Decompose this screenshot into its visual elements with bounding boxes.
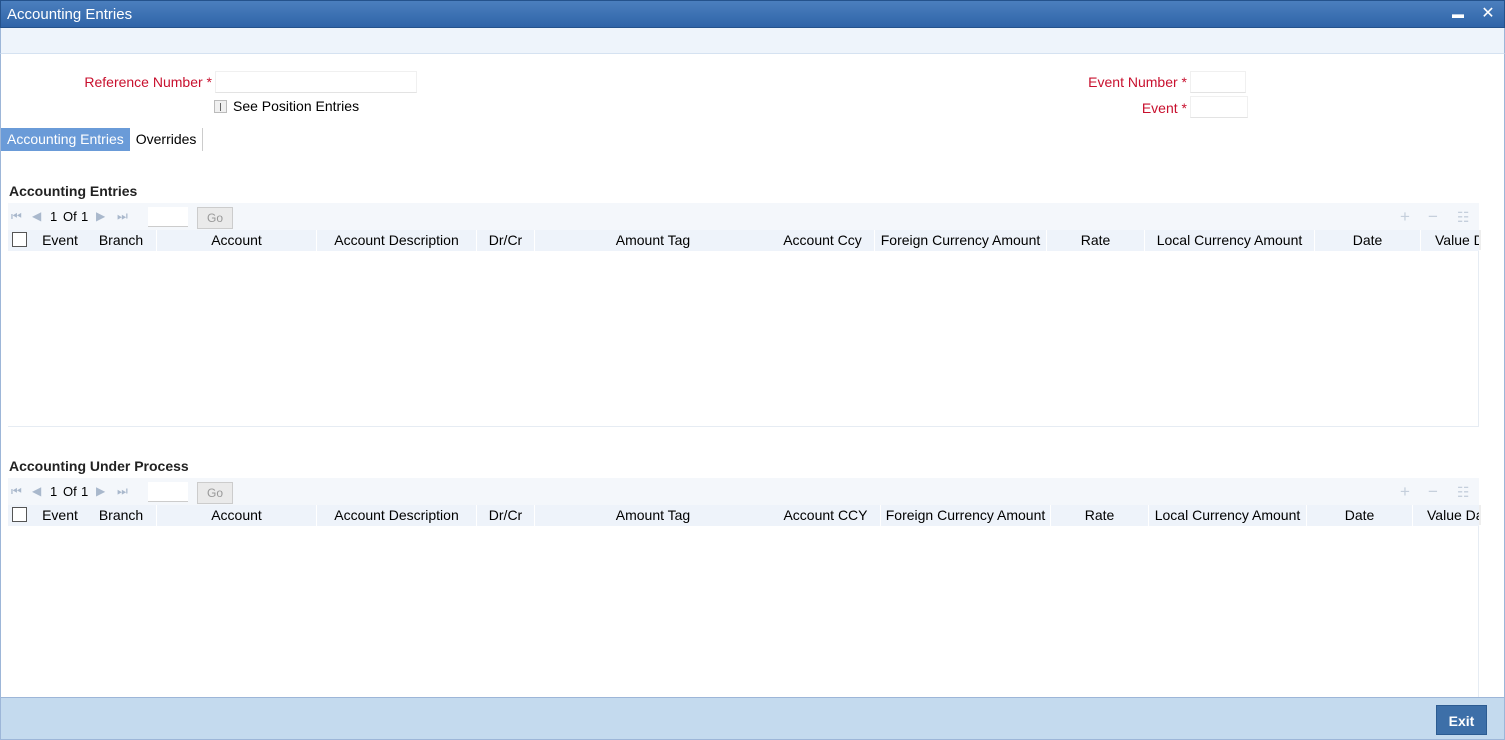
- close-icon[interactable]: ✕: [1478, 4, 1498, 24]
- column-header-amount-tag[interactable]: Amount Tag: [535, 230, 771, 251]
- accounting-under-process-grid: ⏮ ◀ 1 Of 1 ▶ ⏭ Go + − ☷ Event Branch Acc…: [8, 478, 1479, 697]
- delete-row-icon[interactable]: −: [1428, 482, 1438, 502]
- window-title-bar: Accounting Entries ▬ ✕: [0, 0, 1505, 28]
- column-header-foreign-currency-amount[interactable]: Foreign Currency Amount: [881, 505, 1051, 526]
- column-header-account-ccy[interactable]: Account Ccy: [771, 230, 875, 251]
- column-header-local-currency-amount[interactable]: Local Currency Amount: [1149, 505, 1307, 526]
- grid-scrollbar[interactable]: [1479, 505, 1481, 525]
- column-header-dr-cr[interactable]: Dr/Cr: [477, 230, 535, 251]
- tab-strip: Accounting Entries Overrides: [1, 128, 204, 151]
- column-header-branch[interactable]: Branch: [86, 230, 157, 251]
- column-header-value-date[interactable]: Value Date: [1427, 505, 1479, 526]
- accounting-under-process-pager: ⏮ ◀ 1 Of 1 ▶ ⏭ Go + − ☷: [8, 478, 1479, 505]
- column-header-date[interactable]: Date: [1307, 505, 1413, 526]
- column-header-rate[interactable]: Rate: [1051, 505, 1149, 526]
- window-title: Accounting Entries: [7, 6, 133, 23]
- pager-total: 1: [81, 484, 89, 499]
- first-page-icon[interactable]: ⏮: [11, 209, 22, 224]
- tab-accounting-entries[interactable]: Accounting Entries: [1, 128, 130, 151]
- see-position-entries-checkbox[interactable]: [214, 99, 227, 113]
- column-header-value-date[interactable]: Value Date: [1435, 230, 1479, 251]
- reference-number-input[interactable]: [215, 71, 417, 93]
- pager-current: 1: [50, 209, 58, 224]
- required-marker: *: [1181, 74, 1187, 90]
- accounting-entries-grid: ⏮ ◀ 1 Of 1 ▶ ⏭ Go + − ☷ Event Branch Acc…: [8, 203, 1479, 427]
- required-marker: *: [1181, 100, 1187, 116]
- accounting-entries-section-title: Accounting Entries: [9, 183, 138, 199]
- go-button[interactable]: Go: [197, 207, 233, 229]
- select-all-checkbox[interactable]: [12, 507, 27, 522]
- column-header-event[interactable]: Event: [34, 505, 86, 526]
- event-number-input[interactable]: [1190, 71, 1246, 93]
- column-header-foreign-currency-amount[interactable]: Foreign Currency Amount: [875, 230, 1047, 251]
- event-input[interactable]: [1190, 96, 1248, 118]
- go-button[interactable]: Go: [197, 482, 233, 504]
- column-header-branch[interactable]: Branch: [86, 505, 157, 526]
- see-position-entries-label: See Position Entries: [233, 98, 360, 114]
- grid-scrollbar[interactable]: [1479, 230, 1481, 250]
- tab-overrides[interactable]: Overrides: [129, 128, 204, 151]
- last-page-icon[interactable]: ⏭: [117, 484, 128, 499]
- event-label: Event *: [1040, 100, 1187, 116]
- previous-page-icon[interactable]: ◀: [32, 209, 41, 223]
- select-all-checkbox[interactable]: [12, 232, 27, 247]
- first-page-icon[interactable]: ⏮: [11, 484, 22, 499]
- column-header-rate[interactable]: Rate: [1047, 230, 1145, 251]
- accounting-entries-pager: ⏮ ◀ 1 Of 1 ▶ ⏭ Go + − ☷: [8, 203, 1479, 230]
- event-number-label-text: Event Number: [1088, 74, 1178, 90]
- accounting-under-process-header-row: Event Branch Account Account Description…: [8, 505, 1479, 526]
- column-header-account-ccy[interactable]: Account CCY: [771, 505, 881, 526]
- next-page-icon[interactable]: ▶: [96, 209, 105, 223]
- page-number-input[interactable]: [148, 482, 188, 502]
- add-row-icon[interactable]: +: [1400, 207, 1410, 227]
- page-number-input[interactable]: [148, 207, 188, 227]
- see-position-entries-option[interactable]: See Position Entries: [214, 97, 359, 115]
- exit-button[interactable]: Exit: [1436, 705, 1487, 735]
- column-header-account[interactable]: Account: [157, 230, 317, 251]
- add-row-icon[interactable]: +: [1400, 482, 1410, 502]
- previous-page-icon[interactable]: ◀: [32, 484, 41, 498]
- reference-number-label: Reference Number *: [60, 74, 212, 90]
- column-header-amount-tag[interactable]: Amount Tag: [535, 505, 771, 526]
- single-view-icon[interactable]: ☷: [1457, 209, 1470, 226]
- required-marker: *: [206, 74, 212, 90]
- event-number-label: Event Number *: [1040, 74, 1187, 90]
- pager-of-label: Of: [63, 484, 77, 499]
- accounting-under-process-section-title: Accounting Under Process: [9, 458, 189, 474]
- column-header-date[interactable]: Date: [1315, 230, 1421, 251]
- delete-row-icon[interactable]: −: [1428, 207, 1438, 227]
- pager-current: 1: [50, 484, 58, 499]
- column-header-dr-cr[interactable]: Dr/Cr: [477, 505, 535, 526]
- event-label-text: Event: [1141, 100, 1178, 116]
- column-header-account-description[interactable]: Account Description: [317, 505, 477, 526]
- toolbar-strip: [0, 28, 1505, 54]
- column-header-local-currency-amount[interactable]: Local Currency Amount: [1145, 230, 1315, 251]
- pager-of-label: Of: [63, 209, 77, 224]
- minimize-icon[interactable]: ▬: [1448, 4, 1468, 24]
- column-header-account[interactable]: Account: [157, 505, 317, 526]
- footer-bar: Exit: [0, 697, 1505, 740]
- last-page-icon[interactable]: ⏭: [117, 209, 128, 224]
- single-view-icon[interactable]: ☷: [1457, 484, 1470, 501]
- accounting-entries-header-row: Event Branch Account Account Description…: [8, 230, 1479, 251]
- column-header-account-description[interactable]: Account Description: [317, 230, 477, 251]
- reference-number-label-text: Reference Number: [84, 74, 203, 90]
- pager-total: 1: [81, 209, 89, 224]
- next-page-icon[interactable]: ▶: [96, 484, 105, 498]
- column-header-event[interactable]: Event: [34, 230, 86, 251]
